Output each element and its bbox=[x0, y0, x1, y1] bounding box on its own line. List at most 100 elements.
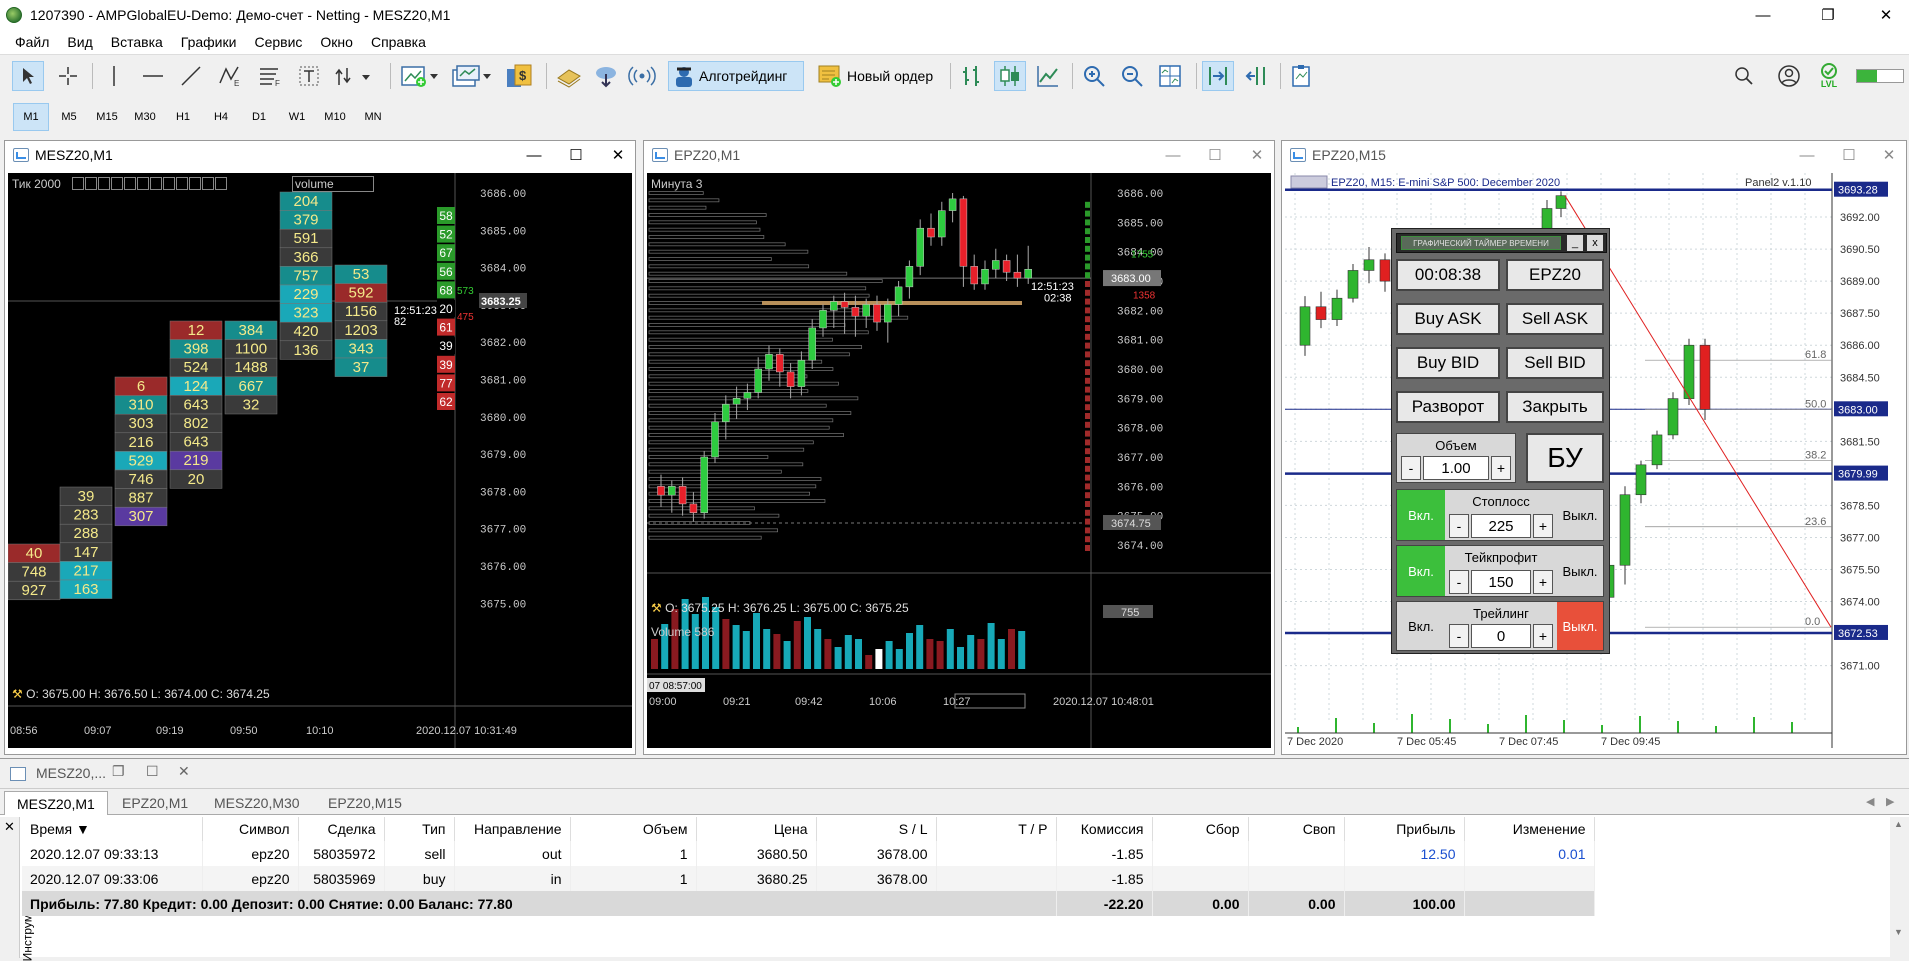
chart-window-epz20-m1[interactable]: EPZ20,M1 — ☐ ✕ 3686.003685.003684.003683… bbox=[643, 140, 1275, 755]
tab-epz20-m15[interactable]: EPZ20,M15 bbox=[316, 791, 414, 815]
column-header-symbol[interactable]: Символ bbox=[202, 817, 299, 841]
column-header-commission[interactable]: Комиссия bbox=[1056, 817, 1153, 841]
cursor-tool-button[interactable] bbox=[12, 61, 44, 91]
tf-h4[interactable]: H4 bbox=[203, 103, 239, 131]
zoom-out-button[interactable] bbox=[1116, 61, 1148, 91]
chart-tool-icon[interactable] bbox=[124, 177, 136, 190]
text-tool-button[interactable] bbox=[294, 61, 324, 91]
chart-tool-icon[interactable] bbox=[72, 177, 84, 190]
menu-service[interactable]: Сервис bbox=[245, 34, 311, 50]
column-header-direction[interactable]: Направление bbox=[454, 817, 571, 841]
chart-maximize-button[interactable]: ☐ bbox=[1198, 141, 1232, 169]
close-position-button[interactable]: Закрыть bbox=[1506, 391, 1604, 423]
tile-windows-button[interactable] bbox=[1154, 61, 1186, 91]
tf-m1[interactable]: M1 bbox=[13, 103, 49, 131]
column-header-change[interactable]: Изменение bbox=[1464, 817, 1595, 841]
tf-m30[interactable]: M30 bbox=[127, 103, 163, 131]
radio-signals-button[interactable] bbox=[626, 61, 658, 91]
takeprofit-decrease-button[interactable]: - bbox=[1449, 570, 1469, 594]
signals-button[interactable] bbox=[590, 61, 622, 91]
chart1-plot[interactable]: 3686.003685.003684.003683.003682.003681.… bbox=[8, 173, 632, 748]
chart-window-mesz20-m1[interactable]: MESZ20,M1 — ☐ ✕ 3686.00 3685.00 3684.00 368… bbox=[4, 140, 636, 755]
volume-input[interactable]: 1.00 bbox=[1423, 456, 1489, 480]
buy-bid-button[interactable]: Buy BID bbox=[1396, 347, 1500, 379]
column-header-profit[interactable]: Прибыль bbox=[1344, 817, 1465, 841]
menu-insert[interactable]: Вставка bbox=[102, 34, 172, 50]
toolbox-close-icon[interactable]: ✕ bbox=[4, 819, 15, 835]
trend-line-tool-button[interactable] bbox=[176, 61, 206, 91]
column-header-fee[interactable]: Сбор bbox=[1152, 817, 1249, 841]
menu-window[interactable]: Окно bbox=[311, 34, 362, 50]
chart-tool-icon[interactable] bbox=[150, 177, 162, 190]
minimized-window-title[interactable]: MESZ20,... bbox=[36, 765, 106, 781]
column-header-volume[interactable]: Объем bbox=[570, 817, 697, 841]
chart2-plot[interactable]: 3686.003685.003684.003683.003682.003681.… bbox=[647, 173, 1271, 748]
tf-h1[interactable]: H1 bbox=[165, 103, 201, 131]
panel-minimize-button[interactable]: _ bbox=[1567, 235, 1583, 251]
chart-tool-icon[interactable] bbox=[202, 177, 214, 190]
fibonacci-tool-button[interactable]: F bbox=[254, 61, 286, 91]
tf-w1[interactable]: W1 bbox=[279, 103, 315, 131]
chart-shift-button[interactable] bbox=[1240, 61, 1272, 91]
tf-m15[interactable]: M15 bbox=[89, 103, 125, 131]
tab-mesz20-m1[interactable]: MESZ20,M1 bbox=[4, 791, 108, 815]
tf-m5[interactable]: M5 bbox=[51, 103, 87, 131]
chart-tool-icon[interactable] bbox=[98, 177, 110, 190]
scroll-down-arrow[interactable]: ▼ bbox=[1894, 927, 1903, 937]
stoploss-decrease-button[interactable]: - bbox=[1449, 514, 1469, 538]
takeprofit-off-button[interactable]: Выкл. bbox=[1557, 546, 1603, 596]
chart-tool-icon[interactable] bbox=[111, 177, 123, 190]
close-button[interactable]: ✕ bbox=[178, 763, 190, 780]
column-header-tp[interactable]: T / P bbox=[936, 817, 1057, 841]
stoploss-on-button[interactable]: Вкл. bbox=[1397, 490, 1445, 540]
close-button[interactable]: ✕ bbox=[1863, 0, 1909, 30]
trailing-input[interactable]: 0 bbox=[1471, 624, 1531, 648]
auto-scroll-button[interactable] bbox=[1202, 61, 1234, 91]
vertical-scrollbar[interactable]: ▲ ▼ bbox=[1890, 817, 1909, 958]
trailing-increase-button[interactable]: + bbox=[1533, 624, 1553, 648]
sell-ask-button[interactable]: Sell ASK bbox=[1506, 303, 1604, 335]
stoploss-off-button[interactable]: Выкл. bbox=[1557, 490, 1603, 540]
footprint-chart[interactable]: 3686.003685.003684.003683.003682.003681.… bbox=[8, 173, 632, 748]
restore-button[interactable]: ❐ bbox=[112, 763, 125, 780]
maximize-button[interactable]: ☐ bbox=[146, 763, 159, 780]
breakeven-button[interactable]: БУ bbox=[1526, 433, 1604, 483]
crosshair-tool-button[interactable] bbox=[52, 61, 84, 91]
chart-tool-icon[interactable] bbox=[189, 177, 201, 190]
chart-tool-icon[interactable] bbox=[137, 177, 149, 190]
panel-close-button[interactable]: x bbox=[1587, 235, 1603, 251]
sell-bid-button[interactable]: Sell BID bbox=[1506, 347, 1604, 379]
stoploss-input[interactable]: 225 bbox=[1471, 514, 1531, 538]
chart-minimize-button[interactable]: — bbox=[517, 141, 551, 169]
bar-chart-button[interactable] bbox=[956, 61, 988, 91]
elliott-tool-button[interactable]: E bbox=[214, 61, 246, 91]
buy-ask-button[interactable]: Buy ASK bbox=[1396, 303, 1500, 335]
tabs-scroll-left[interactable]: ◀ bbox=[1866, 795, 1874, 808]
arrows-tool-button[interactable] bbox=[332, 61, 376, 91]
menu-charts[interactable]: Графики bbox=[172, 34, 246, 50]
stoploss-increase-button[interactable]: + bbox=[1533, 514, 1553, 538]
chart-maximize-button[interactable]: ☐ bbox=[559, 141, 593, 169]
chart-tool-icon[interactable] bbox=[176, 177, 188, 190]
chart-tool-icon[interactable] bbox=[215, 177, 227, 190]
algo-trading-button[interactable]: Алготрейдинг bbox=[668, 61, 804, 91]
chart-tool-icon[interactable] bbox=[163, 177, 175, 190]
chart-close-button[interactable]: ✕ bbox=[1872, 141, 1906, 169]
new-chart-button[interactable] bbox=[398, 61, 442, 91]
horizontal-line-tool-button[interactable] bbox=[138, 61, 168, 91]
tf-m10[interactable]: M10 bbox=[317, 103, 353, 131]
account-button[interactable] bbox=[1772, 61, 1806, 91]
maximize-button[interactable]: ❐ bbox=[1805, 0, 1851, 30]
reverse-button[interactable]: Разворот bbox=[1396, 391, 1500, 423]
trailing-off-button[interactable]: Выкл. bbox=[1557, 602, 1603, 650]
candlestick-chart-button[interactable] bbox=[994, 61, 1026, 91]
search-button[interactable] bbox=[1728, 61, 1760, 91]
new-order-button[interactable]: Новый ордер bbox=[812, 61, 942, 91]
volume-decrease-button[interactable]: - bbox=[1401, 456, 1421, 480]
tab-epz20-m1[interactable]: EPZ20,M1 bbox=[110, 791, 200, 815]
menu-file[interactable]: Файл bbox=[6, 34, 58, 50]
chart-minimize-button[interactable]: — bbox=[1156, 141, 1190, 169]
trade-profiles-button[interactable]: $ bbox=[502, 61, 536, 91]
column-header-swap[interactable]: Своп bbox=[1248, 817, 1345, 841]
column-header-type[interactable]: Тип bbox=[384, 817, 455, 841]
